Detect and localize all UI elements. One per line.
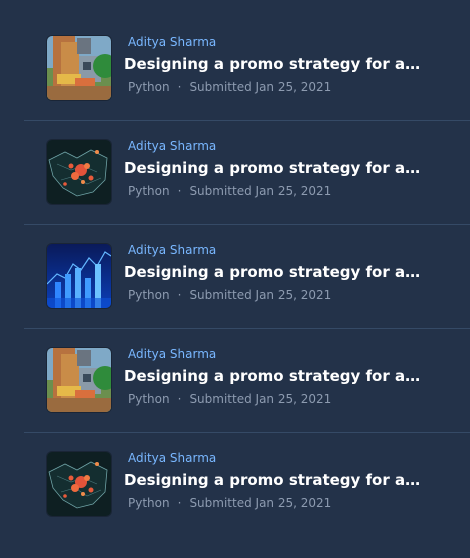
submission-title[interactable]: Designing a promo strategy for a drink b…	[124, 366, 421, 386]
submission-title[interactable]: Designing a promo strategy for a drink b…	[124, 470, 421, 490]
author-name[interactable]: Aditya Sharma	[128, 347, 216, 361]
submitted-date: Submitted Jan 25, 2021	[189, 496, 332, 510]
author-name[interactable]: Aditya Sharma	[128, 451, 216, 465]
author-name[interactable]: Aditya Sharma	[128, 139, 216, 153]
language-label: Python	[128, 496, 170, 510]
list-item[interactable]: Aditya Sharma Designing a promo strategy…	[24, 120, 470, 224]
submitted-date: Submitted Jan 25, 2021	[189, 288, 332, 302]
separator-dot: ·	[177, 496, 182, 510]
submission-title[interactable]: Designing a promo strategy for a drink b…	[124, 54, 421, 74]
submission-title[interactable]: Designing a promo strategy for a drink b…	[124, 158, 421, 178]
list-item[interactable]: Aditya Sharma Designing a promo strategy…	[24, 224, 470, 328]
submitted-date: Submitted Jan 25, 2021	[189, 392, 332, 406]
submission-meta: Python · Submitted Jan 25, 2021	[128, 496, 331, 510]
list-item[interactable]: Aditya Sharma Designing a promo strategy…	[24, 432, 470, 536]
map-heat-thumbnail-icon[interactable]	[47, 140, 111, 204]
submission-meta: Python · Submitted Jan 25, 2021	[128, 392, 331, 406]
game-scene-thumbnail-icon[interactable]	[47, 348, 111, 412]
blue-chart-thumbnail-icon[interactable]	[47, 244, 111, 308]
map-heat-thumbnail-icon[interactable]	[47, 452, 111, 516]
separator-dot: ·	[177, 392, 182, 406]
list-item[interactable]: Aditya Sharma Designing a promo strategy…	[24, 16, 470, 120]
author-name[interactable]: Aditya Sharma	[128, 243, 216, 257]
language-label: Python	[128, 392, 170, 406]
submission-meta: Python · Submitted Jan 25, 2021	[128, 288, 331, 302]
language-label: Python	[128, 288, 170, 302]
submission-title[interactable]: Designing a promo strategy for a drink b…	[124, 262, 421, 282]
list-item[interactable]: Aditya Sharma Designing a promo strategy…	[24, 328, 470, 432]
submission-meta: Python · Submitted Jan 25, 2021	[128, 184, 331, 198]
submission-meta: Python · Submitted Jan 25, 2021	[128, 80, 331, 94]
language-label: Python	[128, 80, 170, 94]
submission-list: Aditya Sharma Designing a promo strategy…	[0, 0, 470, 558]
separator-dot: ·	[177, 288, 182, 302]
game-scene-thumbnail-icon[interactable]	[47, 36, 111, 100]
submitted-date: Submitted Jan 25, 2021	[189, 184, 332, 198]
language-label: Python	[128, 184, 170, 198]
submitted-date: Submitted Jan 25, 2021	[189, 80, 332, 94]
separator-dot: ·	[177, 80, 182, 94]
separator-dot: ·	[177, 184, 182, 198]
author-name[interactable]: Aditya Sharma	[128, 35, 216, 49]
